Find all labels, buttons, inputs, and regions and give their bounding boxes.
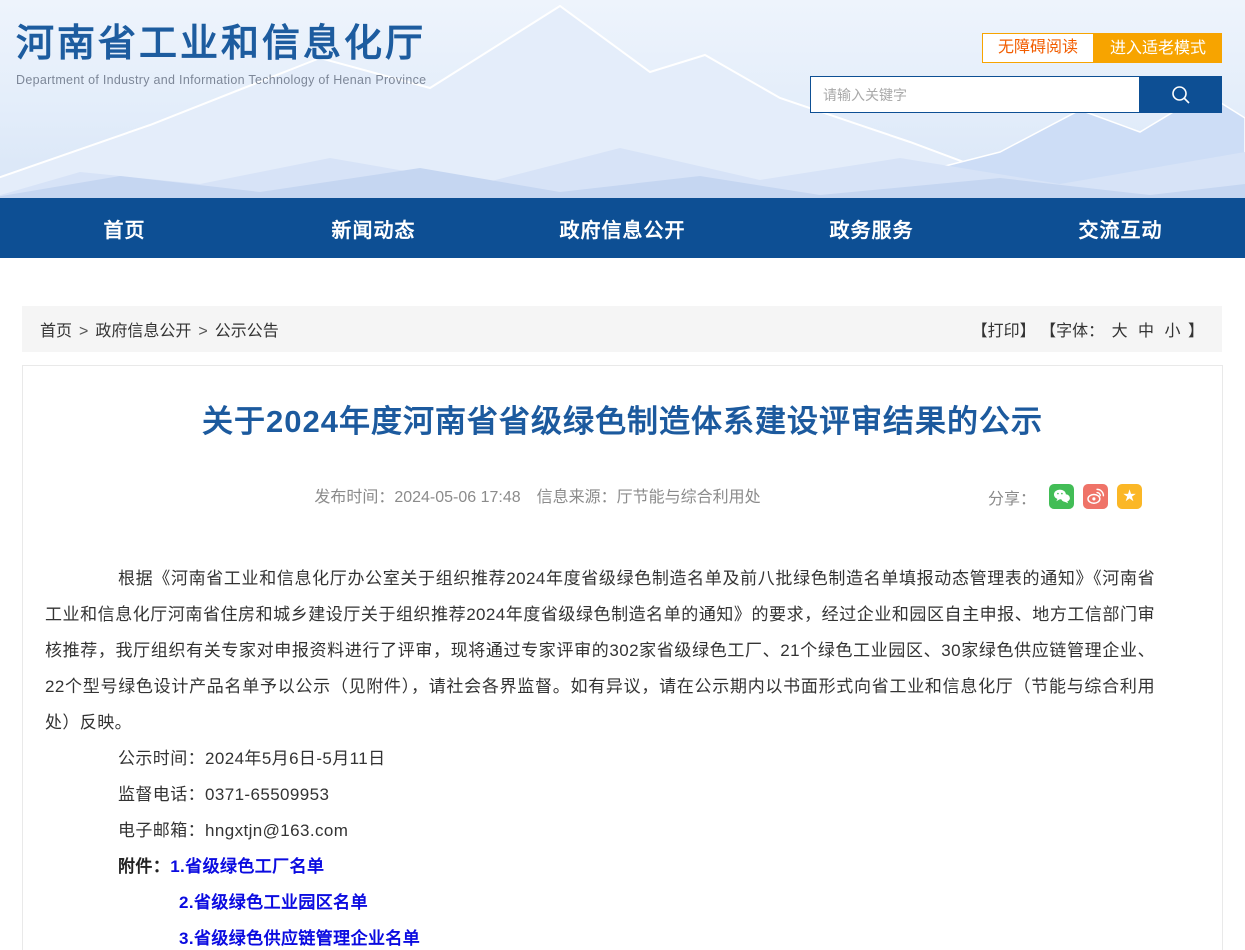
search-bar (810, 76, 1222, 113)
nav-item-gov-info[interactable]: 政府信息公开 (498, 198, 747, 258)
attachment-row: 2.省级绿色工业园区名单 (45, 885, 1155, 921)
print-button[interactable]: 【打印】 (972, 323, 1036, 340)
attachment-row: 附件：1.省级绿色工厂名单 (45, 849, 1155, 885)
breadcrumb-bar: 首页>政府信息公开>公示公告 【打印】 【字体： 大 中 小 】 (22, 306, 1222, 352)
site-subtitle: Department of Industry and Information T… (16, 73, 426, 87)
supervision-phone: 监督电话：0371-65509953 (45, 777, 1155, 813)
share-bar: 分享： ★ (988, 484, 1142, 509)
search-input[interactable] (810, 76, 1139, 113)
qzone-star-share-icon[interactable]: ★ (1117, 484, 1142, 509)
attachment-row: 3.省级绿色供应链管理企业名单 (45, 921, 1155, 950)
search-icon (1170, 84, 1192, 106)
attachment-link-supply-chain[interactable]: 3.省级绿色供应链管理企业名单 (179, 929, 420, 948)
site-title: 河南省工业和信息化厅 (16, 24, 426, 66)
page-toolbar: 【打印】 【字体： 大 中 小 】 (972, 317, 1204, 341)
nav-item-services[interactable]: 政务服务 (747, 198, 996, 258)
publish-info: 发布时间：2024-05-06 17:48 信息来源：厅节能与综合利用处 (23, 484, 1052, 511)
font-size-small-button[interactable]: 小 (1162, 323, 1184, 340)
breadcrumb: 首页>政府信息公开>公示公告 (40, 317, 279, 341)
accessibility-button[interactable]: 无障碍阅读 (982, 33, 1094, 63)
font-size-label-close: 】 (1188, 323, 1204, 340)
nav-item-home[interactable]: 首页 (0, 198, 249, 258)
nav-item-interaction[interactable]: 交流互动 (996, 198, 1245, 258)
article-meta-row: 发布时间：2024-05-06 17:48 信息来源：厅节能与综合利用处 分享： (23, 484, 1222, 511)
breadcrumb-separator: > (191, 323, 214, 340)
article-body: 根据《河南省工业和信息化厅办公室关于组织推荐2024年度省级绿色制造名单及前八批… (23, 561, 1222, 950)
share-label: 分享： (988, 485, 1036, 509)
wechat-share-icon[interactable] (1049, 484, 1074, 509)
breadcrumb-home[interactable]: 首页 (40, 323, 72, 340)
breadcrumb-announcements[interactable]: 公示公告 (215, 323, 279, 340)
contact-email: 电子邮箱：hngxtjn@163.com (45, 813, 1155, 849)
header-quick-buttons: 无障碍阅读 进入适老模式 (982, 33, 1222, 63)
attachment-label: 附件： (118, 857, 170, 876)
breadcrumb-gov-info[interactable]: 政府信息公开 (95, 323, 191, 340)
breadcrumb-separator: > (72, 323, 95, 340)
font-size-label: 【字体： (1040, 323, 1104, 340)
search-button[interactable] (1139, 76, 1222, 113)
attachment-link-green-factories[interactable]: 1.省级绿色工厂名单 (170, 857, 324, 876)
font-size-medium-button[interactable]: 中 (1135, 323, 1157, 340)
article-paragraph: 根据《河南省工业和信息化厅办公室关于组织推荐2024年度省级绿色制造名单及前八批… (45, 561, 1155, 741)
weibo-share-icon[interactable] (1083, 484, 1108, 509)
font-size-large-button[interactable]: 大 (1109, 323, 1131, 340)
page-title: 关于2024年度河南省省级绿色制造体系建设评审结果的公示 (23, 400, 1222, 444)
elder-mode-button[interactable]: 进入适老模式 (1094, 33, 1222, 63)
publicity-period: 公示时间：2024年5月6日-5月11日 (45, 741, 1155, 777)
main-nav: 首页 新闻动态 政府信息公开 政务服务 交流互动 (0, 198, 1245, 258)
attachment-link-industrial-parks[interactable]: 2.省级绿色工业园区名单 (179, 893, 368, 912)
article-panel: 关于2024年度河南省省级绿色制造体系建设评审结果的公示 发布时间：2024-0… (22, 365, 1223, 950)
nav-item-news[interactable]: 新闻动态 (249, 198, 498, 258)
site-logo[interactable]: 河南省工业和信息化厅 Department of Industry and In… (16, 24, 426, 87)
site-header: 河南省工业和信息化厅 Department of Industry and In… (0, 0, 1245, 198)
